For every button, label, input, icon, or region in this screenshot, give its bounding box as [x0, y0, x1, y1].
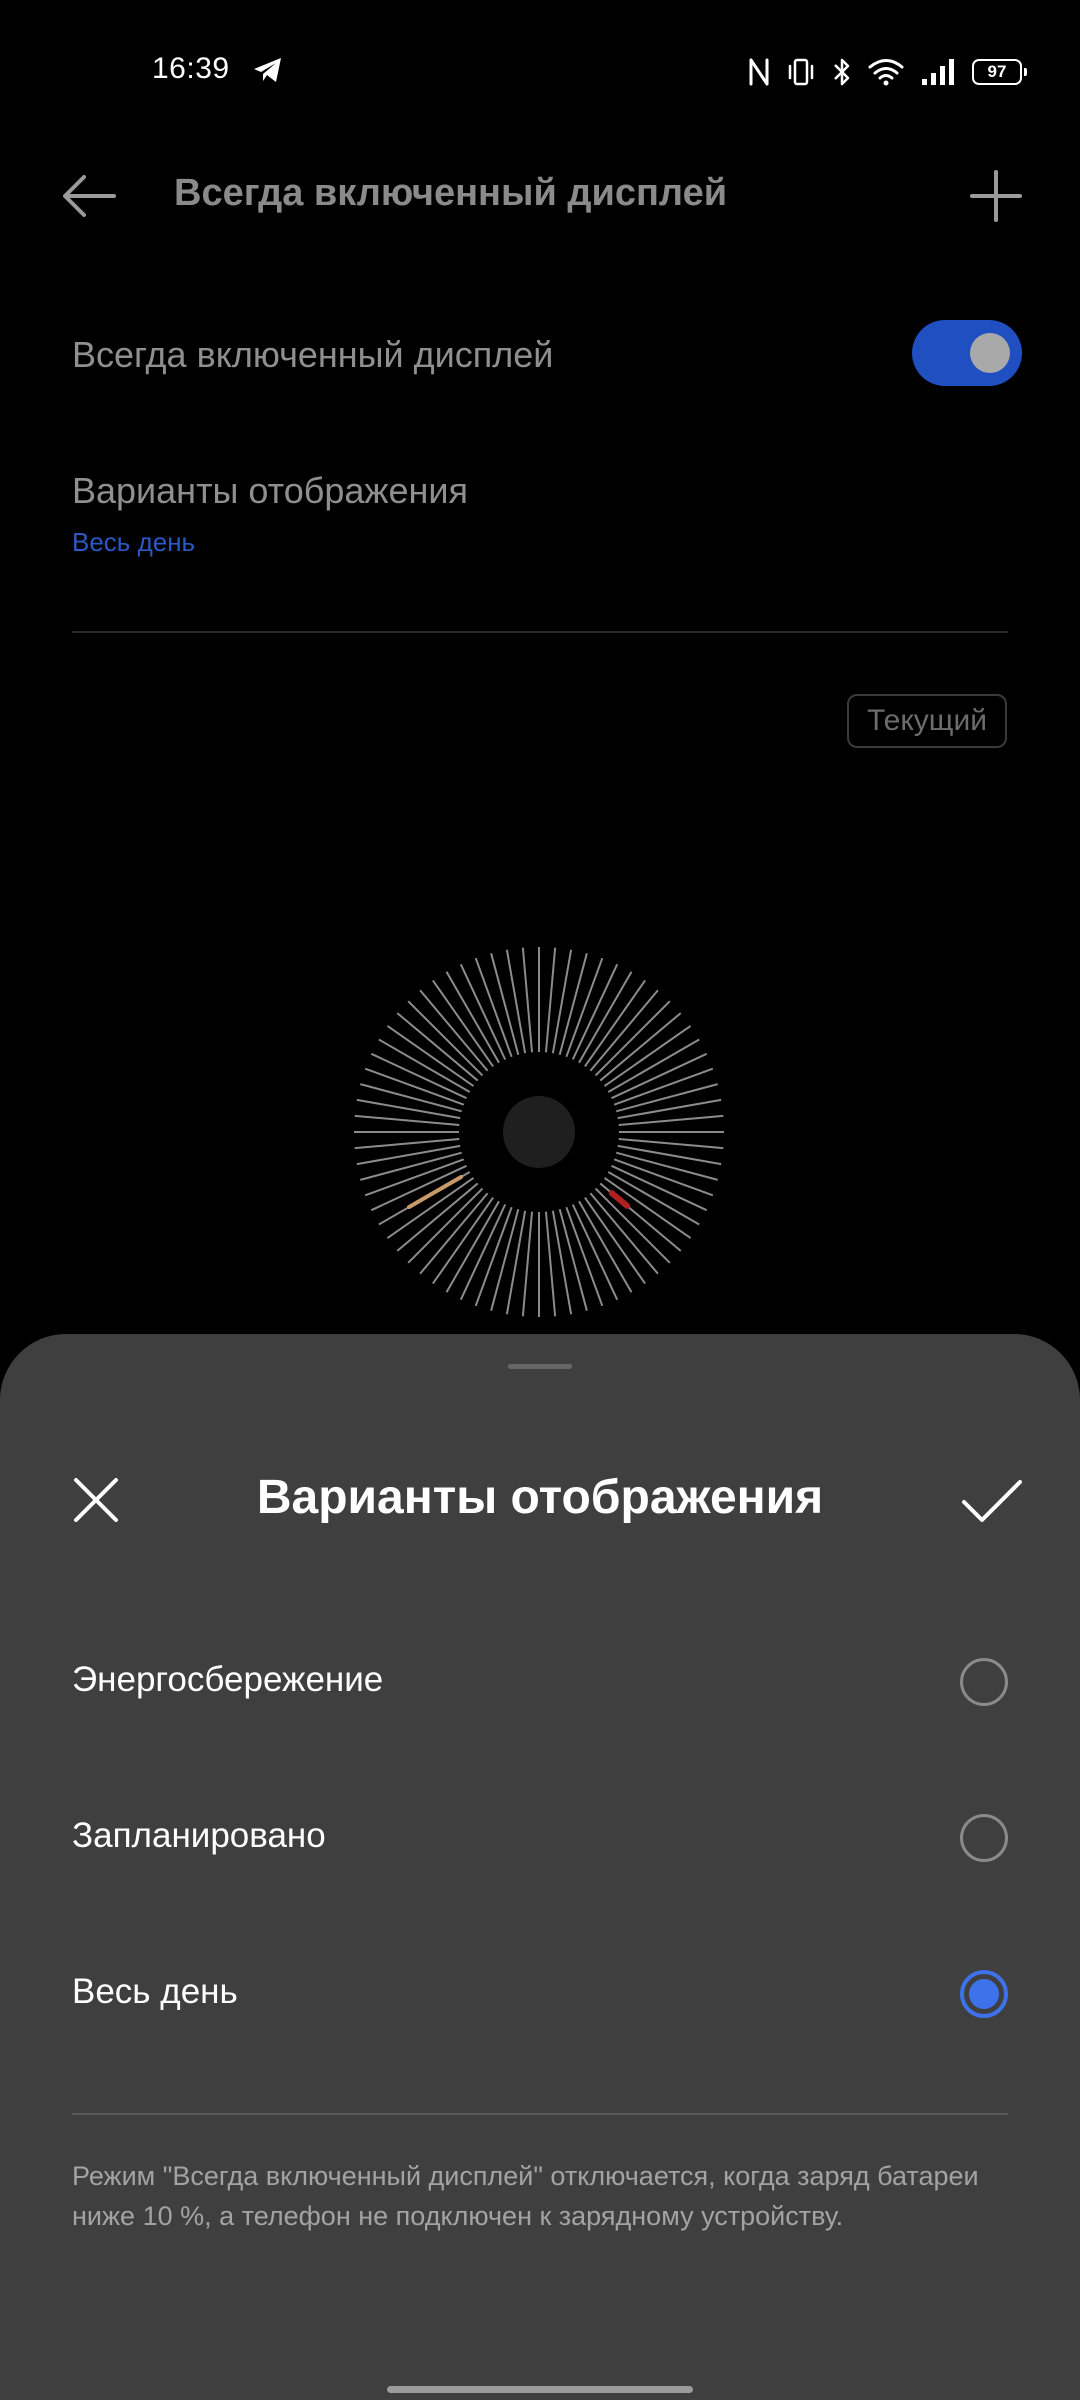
clock-tick: [354, 1114, 460, 1127]
clock-tick: [578, 971, 633, 1064]
clock-tick: [432, 1196, 494, 1285]
toggle-knob: [970, 333, 1010, 373]
bluetooth-icon: [834, 58, 850, 86]
battery-icon: 97: [972, 59, 1027, 85]
clock-tick: [551, 949, 573, 1054]
option-label: Энергосбережение: [72, 1660, 384, 1699]
status-icons: 97: [748, 54, 1027, 90]
clock-tick: [617, 1144, 722, 1166]
option-label: Запланировано: [72, 1816, 326, 1855]
clock-tick: [356, 1144, 461, 1166]
clock-tick: [521, 947, 534, 1053]
sheet-title: Варианты отображения: [256, 1471, 824, 1524]
vibrate-icon: [788, 58, 814, 86]
clock-tick: [617, 1098, 722, 1120]
clock-tick: [594, 1187, 671, 1264]
aod-clock-preview[interactable]: [339, 922, 739, 1322]
clock-tick: [521, 1211, 534, 1317]
signal-icon: [922, 59, 954, 85]
gesture-nav-bar[interactable]: [387, 2386, 693, 2393]
sheet-drag-handle[interactable]: [508, 1364, 572, 1369]
wifi-icon: [868, 59, 904, 86]
checkmark-icon[interactable]: [954, 1464, 1030, 1540]
display-modes-row[interactable]: Варианты отображения Весь день: [72, 455, 1008, 575]
clock-tick: [386, 1025, 475, 1087]
telegram-icon: [254, 58, 281, 82]
current-badge: Текущий: [847, 694, 1007, 748]
option-scheduled[interactable]: Запланировано: [72, 1778, 1008, 1898]
page-title: Всегда включенный дисплей: [174, 172, 728, 214]
clock-tick: [505, 949, 527, 1054]
clock-tick: [544, 1211, 557, 1317]
clock-tick: [356, 1098, 461, 1120]
clock-tick: [432, 979, 494, 1068]
clock-tick: [544, 947, 557, 1053]
plus-icon[interactable]: [964, 164, 1028, 228]
app-header: Всегда включенный дисплей: [0, 150, 1080, 240]
display-modes-value: Весь день: [72, 527, 196, 557]
clock-tick: [386, 1177, 475, 1239]
display-modes-sheet: Варианты отображения Энергосбережение За…: [0, 1334, 1080, 2400]
battery-note: Режим "Всегда включенный дисплей" отключ…: [72, 2161, 979, 2231]
aod-toggle-row[interactable]: Всегда включенный дисплей: [72, 310, 1022, 400]
option-all-day[interactable]: Весь день: [72, 1934, 1008, 2054]
clock-tick: [618, 1114, 724, 1127]
clock-tick: [618, 1137, 724, 1150]
clock-tick: [551, 1210, 573, 1315]
radio-unchecked[interactable]: [960, 1658, 1008, 1706]
option-power-saving[interactable]: Энергосбережение: [72, 1622, 1008, 1742]
divider: [72, 631, 1008, 633]
aod-toggle-label: Всегда включенный дисплей: [72, 334, 554, 375]
display-modes-label: Варианты отображения: [72, 470, 469, 511]
radio-checked[interactable]: [960, 1970, 1008, 2018]
back-arrow-icon[interactable]: [56, 164, 120, 228]
radio-dot: [969, 1979, 999, 2009]
radio-unchecked[interactable]: [960, 1814, 1008, 1862]
option-label: Весь день: [72, 1972, 238, 2011]
clock-tick: [603, 1177, 692, 1239]
clock-tick: [603, 1025, 692, 1087]
status-time: 16:39: [152, 52, 230, 85]
aod-toggle-switch[interactable]: [912, 320, 1022, 386]
clock-tick: [607, 1038, 700, 1093]
clock-tick: [578, 1200, 633, 1293]
clock-tick: [378, 1038, 471, 1093]
clock-tick: [505, 1210, 527, 1315]
clock-tick: [594, 1000, 671, 1077]
clock-tick: [354, 1137, 460, 1150]
clock-tick: [407, 1000, 484, 1077]
divider: [72, 2113, 1008, 2115]
clock-tick: [584, 979, 646, 1068]
status-bar: 16:39 97: [0, 0, 1080, 140]
nfc-icon: [749, 58, 769, 86]
clock-tick: [445, 971, 500, 1064]
minute-hand: [608, 1190, 631, 1209]
clock-tick: [445, 1200, 500, 1293]
clock-center: [503, 1096, 575, 1168]
screen: 16:39 97 Всегда включенный дисплей Всегд…: [0, 0, 1080, 2400]
clock-tick: [584, 1196, 646, 1285]
